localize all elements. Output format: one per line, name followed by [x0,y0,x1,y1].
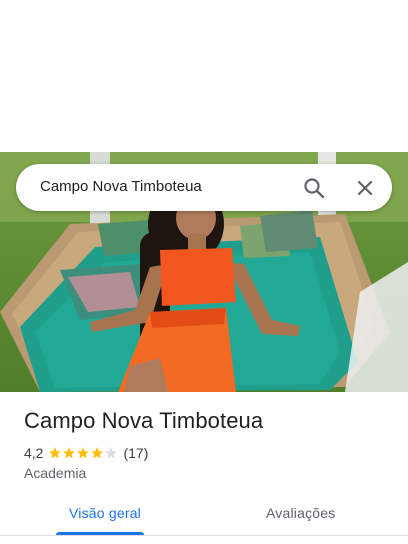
star-icon [77,447,90,459]
rating-row[interactable]: 4,2 (17) [24,444,148,462]
star-icon [49,447,62,459]
star-icon-empty [105,447,118,459]
review-count: (17) [123,445,149,461]
star-icon [91,447,104,459]
search-bar[interactable]: Campo Nova Timboteua [16,164,392,211]
search-icon[interactable] [303,177,325,199]
place-category: Academia [24,465,87,481]
rating-value: 4,2 [24,445,44,461]
place-title: Campo Nova Timboteua [24,408,264,433]
close-icon[interactable] [354,177,376,199]
rating-stars [48,446,118,460]
tab-reviews[interactable]: Avaliações [266,505,335,521]
tab-overview[interactable]: Visão geral [69,505,141,521]
tab-divider [0,535,408,536]
star-icon [63,447,76,459]
search-input[interactable]: Campo Nova Timboteua [40,178,202,195]
